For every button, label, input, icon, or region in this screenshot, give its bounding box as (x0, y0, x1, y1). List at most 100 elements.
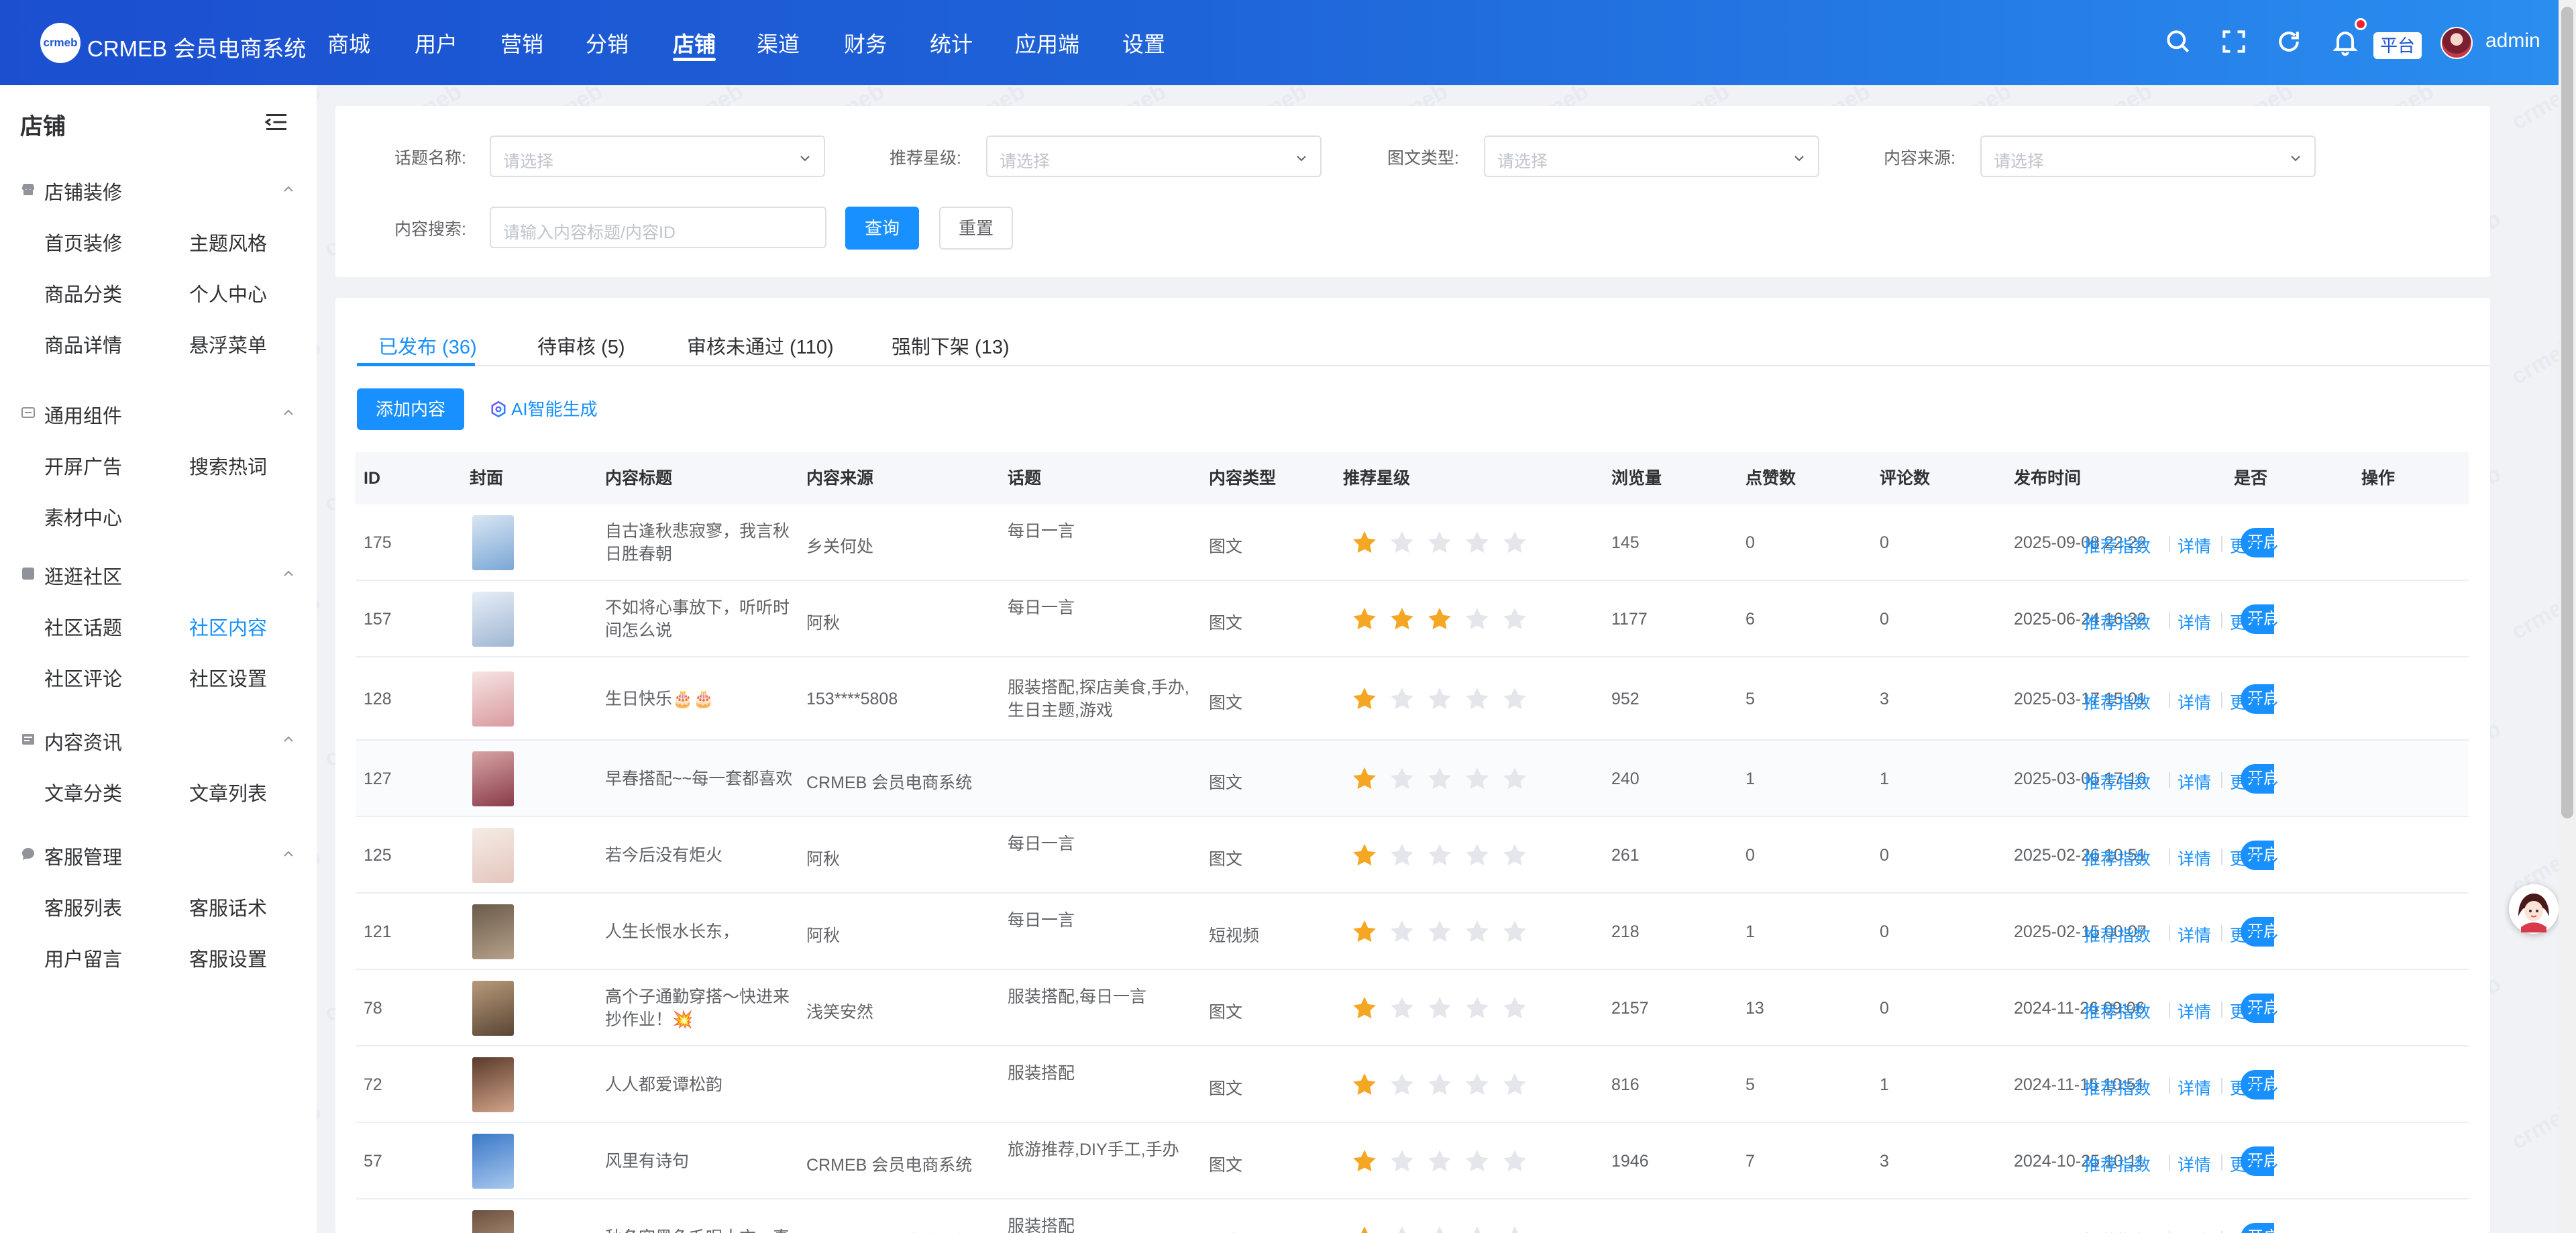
star-select[interactable]: 请选择 (986, 136, 1322, 177)
recommend-index-link[interactable]: 推荐指数 (2084, 533, 2151, 557)
star-empty-icon[interactable] (1383, 1148, 1421, 1175)
recommend-index-link[interactable]: 推荐指数 (2084, 1152, 2151, 1176)
star-rating[interactable] (1346, 918, 1534, 945)
star-filled-icon[interactable] (1346, 995, 1383, 1022)
sidebar-item-2-1[interactable]: 社区内容 (189, 612, 267, 641)
star-rating[interactable] (1346, 686, 1534, 712)
detail-link[interactable]: 详情 (2178, 690, 2211, 714)
detail-link[interactable]: 详情 (2178, 1075, 2211, 1100)
sidebar-item-4-2[interactable]: 用户留言 (44, 944, 122, 972)
platform-tag[interactable]: 平台 (2373, 32, 2422, 59)
table-row[interactable]: 72 人人都爱谭松韵 服装搭配 图文 816 5 1 2024-11-15 10:51 开启 推荐… (356, 1047, 2469, 1123)
search-icon[interactable] (2163, 27, 2193, 56)
tab-pending[interactable]: 待审核 (5) (537, 331, 625, 360)
star-empty-icon[interactable] (1458, 918, 1496, 945)
detail-link[interactable]: 详情 (2178, 610, 2211, 634)
table-row[interactable]: 157 不如将心事放下，听听时间怎么说 阿秋 每日一言 图文 1177 6 0 2025-06-… (356, 581, 2469, 657)
star-empty-icon[interactable] (1496, 918, 1534, 945)
star-empty-icon[interactable] (1458, 765, 1496, 792)
star-empty-icon[interactable] (1383, 765, 1421, 792)
sidebar-item-2-2[interactable]: 社区评论 (44, 663, 122, 692)
more-dropdown[interactable]: 更多 (2230, 1228, 2279, 1233)
star-empty-icon[interactable] (1458, 995, 1496, 1022)
table-row[interactable]: 175 自古逢秋悲寂寥，我言秋日胜春朝 乡关何处 每日一言 图文 145 0 0 2025-09… (356, 504, 2469, 581)
star-filled-icon[interactable] (1346, 606, 1383, 633)
nav-item-8[interactable]: 应用端 (1015, 0, 1079, 85)
star-empty-icon[interactable] (1458, 842, 1496, 869)
bell-icon[interactable] (2330, 27, 2360, 56)
star-empty-icon[interactable] (1421, 1148, 1458, 1175)
recommend-index-link[interactable]: 推荐指数 (2084, 846, 2151, 870)
star-empty-icon[interactable] (1383, 1071, 1421, 1098)
table-row[interactable]: 57 风里有诗句 CRMEB 会员电商系统 旅游推荐,DIY手工,手办 图文 1946 7 3… (356, 1123, 2469, 1199)
query-button[interactable]: 查询 (845, 207, 919, 250)
detail-link[interactable]: 详情 (2178, 769, 2211, 794)
more-dropdown[interactable]: 更多 (2230, 610, 2279, 634)
recommend-index-link[interactable]: 推荐指数 (2084, 1075, 2151, 1100)
star-empty-icon[interactable] (1458, 1148, 1496, 1175)
star-filled-icon[interactable] (1421, 606, 1458, 633)
nav-item-6[interactable]: 财务 (844, 0, 887, 85)
star-empty-icon[interactable] (1421, 1071, 1458, 1098)
sidebar-item-1-1[interactable]: 搜索热词 (189, 451, 267, 480)
star-rating[interactable] (1346, 842, 1534, 869)
sidebar-item-1-2[interactable]: 素材中心 (44, 502, 122, 531)
tab-rejected[interactable]: 审核未通过 (110) (687, 331, 834, 360)
recommend-index-link[interactable]: 推荐指数 (2084, 690, 2151, 714)
user-avatar[interactable] (2440, 27, 2473, 59)
topic-select[interactable]: 请选择 (490, 136, 825, 177)
star-empty-icon[interactable] (1421, 529, 1458, 556)
source-select[interactable]: 请选择 (1980, 136, 2316, 177)
star-empty-icon[interactable] (1421, 1224, 1458, 1233)
star-empty-icon[interactable] (1496, 686, 1534, 712)
content-cover-image[interactable] (472, 515, 514, 570)
sidebar-group-4[interactable]: 客服管理 (20, 841, 295, 869)
detail-link[interactable]: 详情 (2178, 533, 2211, 557)
nav-item-9[interactable]: 设置 (1122, 0, 1165, 85)
nav-item-4[interactable]: 店铺 (673, 0, 716, 85)
star-rating[interactable] (1346, 1224, 1534, 1233)
star-empty-icon[interactable] (1383, 1224, 1421, 1233)
table-row[interactable]: 78 高个子通勤穿搭～快进来抄作业！💥 浅笑安然 服装搭配,每日一言 图文 2157 13 0… (356, 970, 2469, 1047)
star-empty-icon[interactable] (1383, 686, 1421, 712)
star-filled-icon[interactable] (1346, 1071, 1383, 1098)
username[interactable]: admin (2485, 30, 2540, 52)
detail-link[interactable]: 详情 (2178, 999, 2211, 1023)
star-filled-icon[interactable] (1383, 606, 1421, 633)
tab-takedown[interactable]: 强制下架 (13) (892, 331, 1010, 360)
content-cover-image[interactable] (472, 672, 514, 727)
star-empty-icon[interactable] (1421, 842, 1458, 869)
star-empty-icon[interactable] (1496, 1224, 1534, 1233)
sidebar-item-1-0[interactable]: 开屏广告 (44, 451, 122, 480)
more-dropdown[interactable]: 更多 (2230, 999, 2279, 1023)
star-filled-icon[interactable] (1346, 765, 1383, 792)
nav-item-1[interactable]: 用户 (415, 0, 458, 85)
star-rating[interactable] (1346, 995, 1534, 1022)
star-rating[interactable] (1346, 1148, 1534, 1175)
detail-link[interactable]: 详情 (2178, 1228, 2211, 1233)
star-empty-icon[interactable] (1496, 995, 1534, 1022)
star-empty-icon[interactable] (1496, 1071, 1534, 1098)
sidebar-item-2-0[interactable]: 社区话题 (44, 612, 122, 641)
star-empty-icon[interactable] (1496, 529, 1534, 556)
table-row[interactable]: 秋冬穿黑色毛呢大衣，真CRMEB 会员电商系统服装搭配图文开启推荐指数详情更多 (356, 1199, 2469, 1233)
nav-item-0[interactable]: 商城 (327, 0, 370, 85)
more-dropdown[interactable]: 更多 (2230, 1075, 2279, 1100)
tab-published[interactable]: 已发布 (36) (378, 331, 477, 360)
recommend-index-link[interactable]: 推荐指数 (2084, 1228, 2151, 1233)
scrollbar-thumb[interactable] (2561, 7, 2573, 818)
more-dropdown[interactable]: 更多 (2230, 769, 2279, 794)
detail-link[interactable]: 详情 (2178, 1152, 2211, 1176)
nav-item-7[interactable]: 统计 (930, 0, 973, 85)
detail-link[interactable]: 详情 (2178, 846, 2211, 870)
sidebar-item-4-3[interactable]: 客服设置 (189, 944, 267, 972)
star-empty-icon[interactable] (1496, 765, 1534, 792)
nav-item-5[interactable]: 渠道 (757, 0, 800, 85)
star-rating[interactable] (1346, 1071, 1534, 1098)
star-empty-icon[interactable] (1421, 918, 1458, 945)
recommend-index-link[interactable]: 推荐指数 (2084, 922, 2151, 947)
sidebar-item-4-0[interactable]: 客服列表 (44, 893, 122, 921)
recommend-index-link[interactable]: 推荐指数 (2084, 610, 2151, 634)
more-dropdown[interactable]: 更多 (2230, 533, 2279, 557)
star-empty-icon[interactable] (1383, 529, 1421, 556)
